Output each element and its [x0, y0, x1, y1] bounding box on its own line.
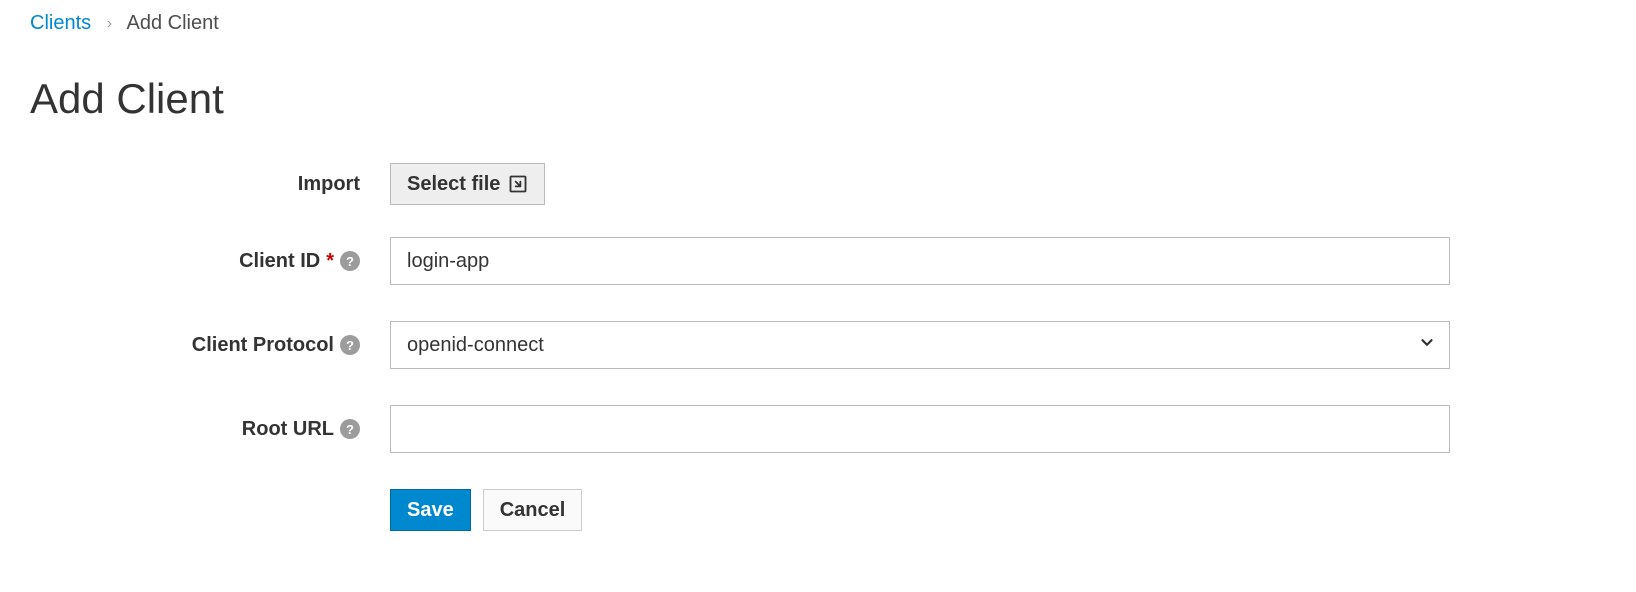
select-file-button[interactable]: Select file: [390, 163, 545, 205]
import-icon: [508, 174, 528, 194]
root-url-input[interactable]: [390, 405, 1450, 453]
cancel-button[interactable]: Cancel: [483, 489, 583, 531]
import-label: Import: [298, 173, 360, 196]
root-url-label: Root URL: [242, 418, 334, 441]
help-icon[interactable]: ?: [340, 251, 360, 271]
save-button[interactable]: Save: [390, 489, 471, 531]
page-title: Add Client: [30, 75, 1606, 123]
chevron-right-icon: ›: [107, 15, 112, 32]
breadcrumb-link-clients[interactable]: Clients: [30, 12, 91, 34]
breadcrumb-current: Add Client: [126, 12, 218, 34]
help-icon[interactable]: ?: [340, 335, 360, 355]
select-file-button-label: Select file: [407, 172, 500, 196]
required-indicator: *: [326, 250, 334, 273]
client-id-input[interactable]: [390, 237, 1450, 285]
client-id-label: Client ID: [239, 250, 320, 273]
client-protocol-label: Client Protocol: [192, 334, 334, 357]
client-protocol-select[interactable]: openid-connect: [390, 321, 1450, 369]
breadcrumb: Clients › Add Client: [30, 12, 1606, 35]
help-icon[interactable]: ?: [340, 419, 360, 439]
